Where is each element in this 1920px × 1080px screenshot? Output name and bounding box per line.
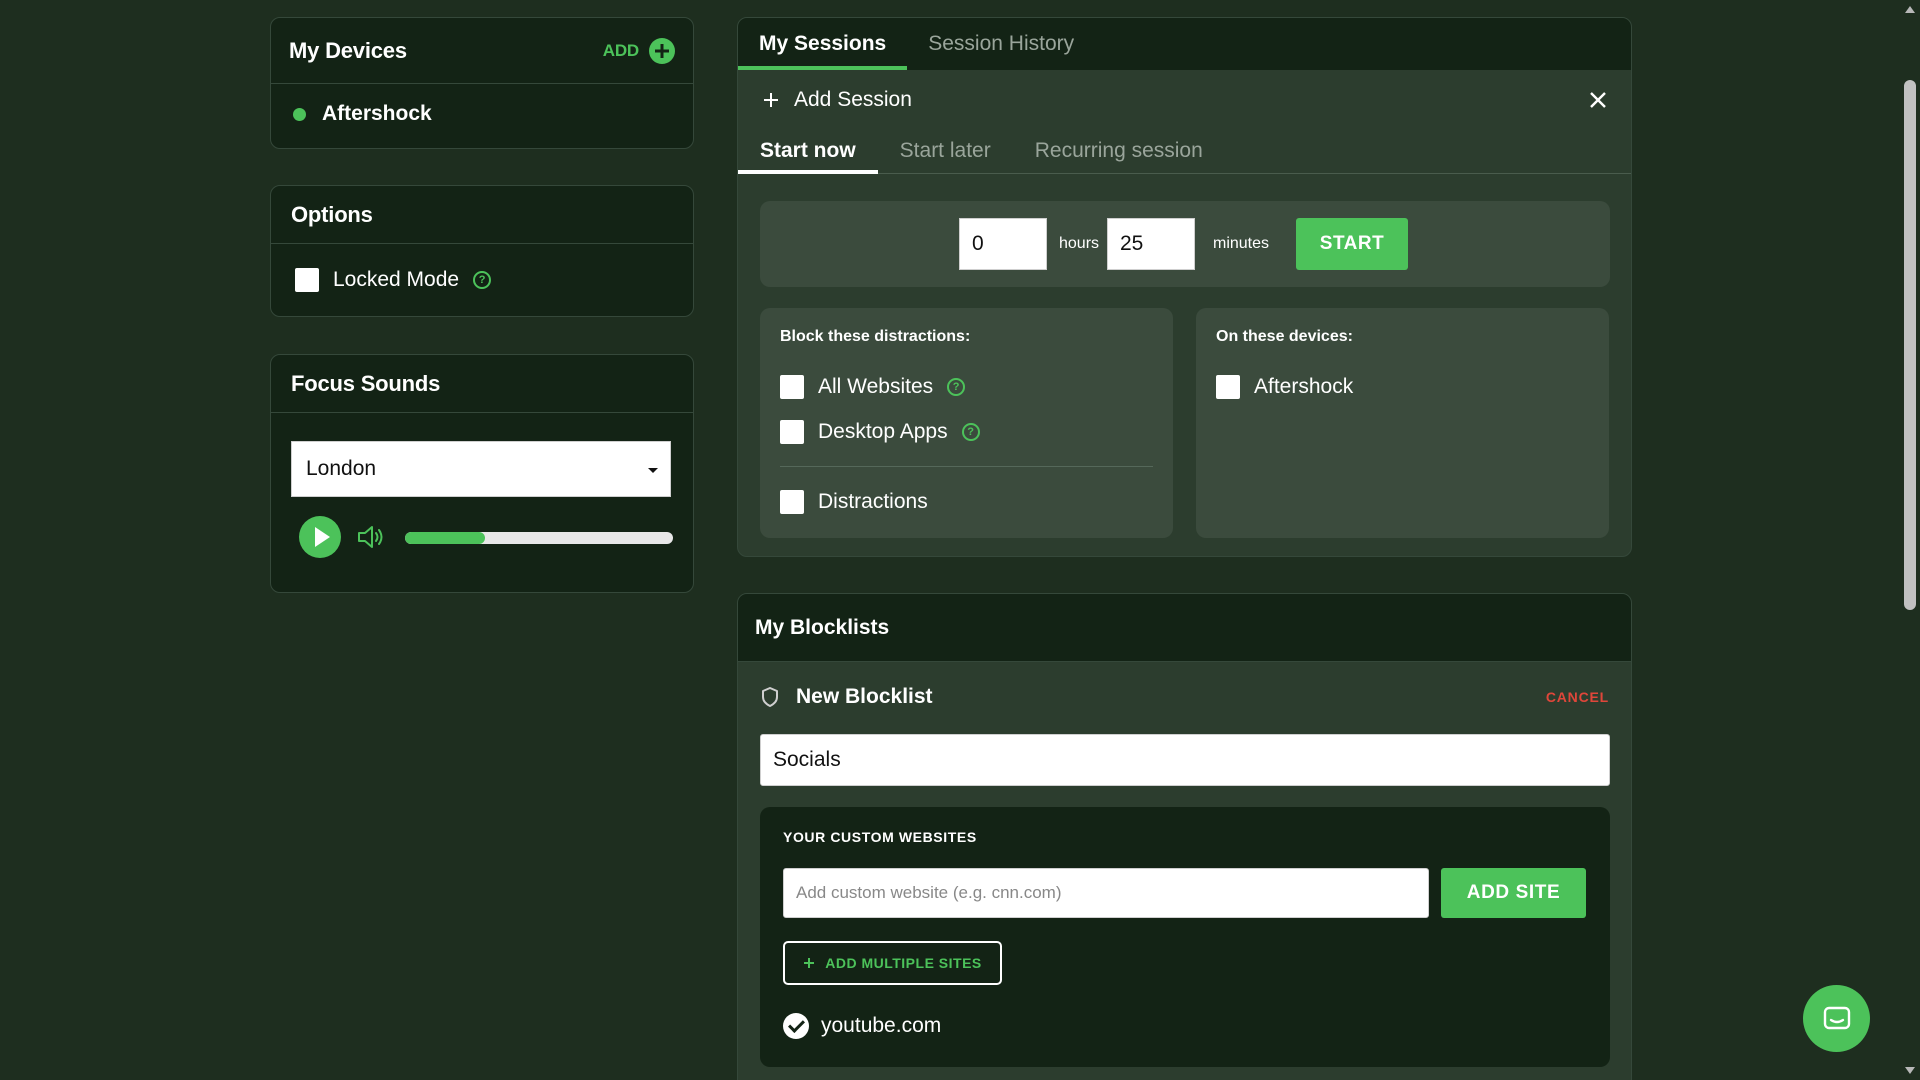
add-site-label: ADD SITE [1466, 882, 1561, 903]
distractions-checkbox[interactable] [780, 489, 804, 514]
distractions-label: Distractions [818, 489, 928, 513]
desktop-apps-checkbox[interactable] [780, 419, 804, 444]
custom-websites-title: YOUR CUSTOM WEBSITES [783, 829, 977, 845]
tab-start-now[interactable]: Start now [738, 129, 878, 174]
plus-icon [764, 93, 778, 107]
site-name: youtube.com [821, 1014, 942, 1037]
locked-mode-row: Locked Mode ? [271, 244, 693, 316]
session-type-tabs: Start now Start later Recurring session [738, 130, 1631, 174]
start-button[interactable]: START [1296, 218, 1408, 270]
volume-slider-fill [405, 532, 486, 544]
volume-icon[interactable] [357, 524, 387, 550]
chat-icon [1823, 1006, 1850, 1029]
all-websites-row: All Websites ? [780, 364, 1153, 409]
all-websites-label: All Websites [818, 374, 934, 398]
device-aftershock-checkbox[interactable] [1216, 374, 1240, 399]
chat-button[interactable] [1803, 985, 1870, 1052]
distractions-title: Block these distractions: [780, 328, 971, 345]
devices-select-card: On these devices: Aftershock [1196, 308, 1609, 538]
device-aftershock-row: Aftershock [1216, 364, 1589, 409]
page: My Devices ADD Aftershock Options Locked… [0, 0, 1920, 1080]
blocklists-panel: My Blocklists New Blocklist CANCEL Socia… [737, 593, 1632, 1080]
blocklist-name-input[interactable]: Socials [760, 734, 1610, 786]
options-header: Options [271, 186, 693, 244]
custom-website-input[interactable]: Add custom website (e.g. cnn.com) [783, 868, 1429, 918]
start-label: START [1319, 233, 1385, 254]
device-item-aftershock[interactable]: Aftershock [271, 84, 693, 144]
volume-slider[interactable] [405, 532, 673, 544]
custom-websites-box: YOUR CUSTOM WEBSITES Add custom website … [760, 807, 1610, 1067]
minutes-input[interactable]: 25 [1107, 218, 1195, 270]
sessions-tabbar: My Sessions Session History [738, 18, 1631, 70]
sound-select[interactable]: London [291, 441, 671, 497]
hours-input[interactable]: 0 [959, 218, 1047, 270]
blocklist-name-value: Socials [773, 748, 841, 771]
help-icon[interactable]: ? [947, 377, 966, 396]
locked-mode-label: Locked Mode [333, 268, 460, 291]
help-icon[interactable]: ? [473, 271, 492, 289]
hours-value: 0 [972, 232, 984, 255]
desktop-apps-label: Desktop Apps [818, 419, 948, 443]
tab-my-sessions[interactable]: My Sessions [738, 18, 908, 70]
devices-select-title: On these devices: [1216, 328, 1353, 345]
hours-unit-label: hours [1059, 235, 1100, 252]
plus-circle-icon [649, 37, 675, 64]
desktop-apps-row: Desktop Apps ? [780, 409, 1153, 454]
cancel-button[interactable]: CANCEL [1546, 689, 1609, 705]
scroll-down-icon[interactable] [1905, 1067, 1915, 1074]
custom-website-placeholder: Add custom website (e.g. cnn.com) [796, 883, 1062, 902]
sessions-panel: My Sessions Session History Add Session … [737, 17, 1632, 557]
new-blocklist-title: New Blocklist [796, 685, 933, 708]
divider [780, 466, 1153, 467]
devices-header: My Devices ADD [271, 18, 693, 84]
focus-sounds-card: Focus Sounds London [270, 354, 694, 593]
subtab-label: Start now [760, 139, 856, 162]
close-icon[interactable] [1589, 91, 1607, 109]
add-device-button[interactable]: ADD [602, 37, 675, 64]
tab-label: My Sessions [759, 32, 887, 55]
all-websites-checkbox[interactable] [780, 374, 804, 399]
plus-icon [804, 958, 815, 968]
tab-session-history[interactable]: Session History [907, 18, 1095, 70]
duration-box: 0 hours 25 minutes START [760, 201, 1610, 287]
options-card: Options Locked Mode ? [270, 185, 694, 317]
play-button[interactable] [299, 516, 341, 558]
tab-label: Session History [928, 32, 1075, 55]
minutes-unit-label: minutes [1213, 235, 1270, 252]
scroll-up-icon[interactable] [1905, 6, 1915, 13]
add-multiple-sites-label: ADD MULTIPLE SITES [825, 955, 982, 971]
options-title: Options [291, 201, 373, 227]
device-aftershock-label: Aftershock [1254, 374, 1354, 398]
subtab-label: Start later [899, 139, 991, 162]
add-device-label: ADD [602, 40, 639, 60]
devices-title: My Devices [289, 37, 407, 63]
locked-mode-checkbox[interactable] [295, 268, 319, 292]
scrollbar-thumb[interactable] [1904, 80, 1916, 610]
device-name: Aftershock [322, 102, 432, 125]
focus-sounds-header: Focus Sounds [271, 355, 693, 413]
page-scrollbar[interactable] [1900, 0, 1920, 1080]
focus-sounds-title: Focus Sounds [291, 370, 441, 396]
distractions-row: Distractions [780, 479, 1153, 524]
caret-down-icon [648, 468, 658, 473]
add-session-row: Add Session [738, 70, 1631, 130]
check-circle-icon [783, 1013, 809, 1039]
online-status-icon [293, 107, 306, 121]
help-icon[interactable]: ? [961, 422, 980, 441]
new-blocklist-row: New Blocklist CANCEL [738, 662, 1631, 732]
sound-select-value: London [306, 457, 377, 480]
shield-icon [762, 687, 778, 707]
minutes-value: 25 [1120, 232, 1144, 255]
blocklists-header: My Blocklists [738, 594, 1631, 662]
tab-recurring-session[interactable]: Recurring session [1013, 129, 1225, 173]
add-session-title: Add Session [794, 88, 912, 111]
site-list-item[interactable]: youtube.com [783, 1013, 941, 1039]
blocklists-title: My Blocklists [755, 615, 890, 639]
add-multiple-sites-button[interactable]: ADD MULTIPLE SITES [783, 941, 1002, 985]
subtab-label: Recurring session [1034, 139, 1203, 162]
add-site-button[interactable]: ADD SITE [1441, 868, 1586, 918]
distractions-card: Block these distractions: All Websites ?… [760, 308, 1173, 538]
devices-card: My Devices ADD Aftershock [270, 17, 694, 149]
tab-start-later[interactable]: Start later [878, 129, 1013, 173]
